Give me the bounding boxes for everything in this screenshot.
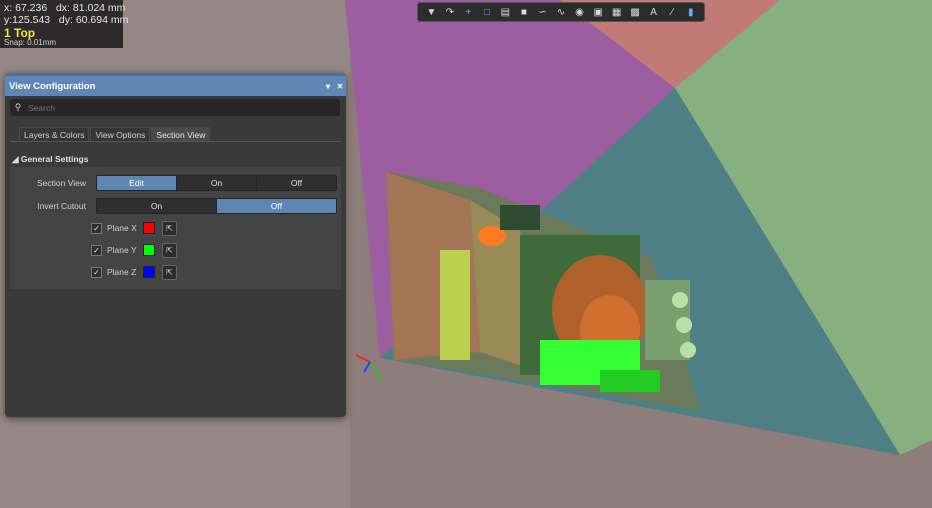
plane-y-label: Plane Y [107, 245, 137, 255]
panel-tabs: Layers & Colors View Options Section Vie… [19, 127, 211, 142]
snap-value: Snap: 0.01mm [4, 38, 57, 47]
graph-icon[interactable]: ▩ [628, 5, 643, 20]
plane-x-color-swatch[interactable] [143, 222, 155, 234]
tab-layers-colors[interactable]: Layers & Colors [19, 127, 90, 142]
tab-divider [10, 141, 341, 142]
dy-coordinate: dy: 60.694 mm [58, 14, 129, 26]
select-rect-icon[interactable]: □ [479, 5, 494, 20]
plane-z-color-swatch[interactable] [143, 266, 155, 278]
fill-icon[interactable]: ▣ [591, 5, 606, 20]
tab-view-options[interactable]: View Options [90, 127, 151, 142]
collapse-arrow-icon: ◢ [12, 154, 19, 164]
search-input[interactable] [26, 101, 340, 114]
section-view-on[interactable]: On [177, 176, 257, 190]
diff-pair-icon[interactable]: ∿ [553, 5, 568, 20]
coordinate-readout: x: 67.236 dx: 81.024 mm y:125.543 dy: 60… [0, 0, 128, 48]
invert-cutout-label: Invert Cutout [37, 201, 86, 211]
y-coordinate: y:125.543 [4, 14, 51, 26]
section-view-toggle: Edit On Off [96, 175, 337, 191]
plane-z-row: ✓ Plane Z ⇱ [91, 264, 177, 280]
dx-coordinate: dx: 81.024 mm [55, 2, 126, 14]
plane-x-label: Plane X [107, 223, 137, 233]
invert-cutout-on[interactable]: On [97, 199, 217, 213]
panel-header[interactable]: View Configuration ▾ ✕ [5, 73, 346, 96]
text-icon[interactable]: A [646, 5, 661, 20]
general-settings-header[interactable]: ◢ General Settings [12, 154, 88, 165]
pin-icon[interactable]: ◉ [572, 5, 587, 20]
invert-cutout-toggle: On Off [96, 198, 337, 214]
section-view-label: Section View [37, 178, 86, 188]
plane-y-color-swatch[interactable] [143, 244, 155, 256]
line-icon[interactable]: ∕ [665, 5, 680, 20]
wire-icon[interactable]: ∽ [535, 5, 550, 20]
3d-shield-icon[interactable]: ▮ [683, 5, 698, 20]
plane-x-row: ✓ Plane X ⇱ [91, 220, 177, 236]
section-view-edit[interactable]: Edit [97, 176, 177, 190]
close-icon[interactable]: ✕ [334, 82, 346, 91]
invert-cutout-off[interactable]: Off [217, 199, 336, 213]
search-icon: ⚲ [14, 102, 22, 112]
search-box[interactable]: ⚲ [10, 99, 340, 116]
plane-y-checkbox[interactable]: ✓ [91, 244, 102, 256]
plane-z-label: Plane Z [107, 267, 137, 277]
panel-title: View Configuration [9, 80, 96, 92]
tab-section-view[interactable]: Section View [151, 127, 211, 142]
chart-icon[interactable]: ▤ [498, 5, 513, 20]
section-view-off[interactable]: Off [257, 176, 336, 190]
general-settings-body: Section View Edit On Off Invert Cutout O… [10, 167, 341, 289]
view-configuration-panel: View Configuration ▾ ✕ ⚲ Layers & Colors… [5, 73, 346, 417]
plane-y-row: ✓ Plane Y ⇱ [91, 242, 177, 258]
x-coordinate: x: 67.236 [4, 2, 48, 14]
component-icon[interactable]: ■ [516, 5, 531, 20]
region-icon[interactable]: ▦ [609, 5, 624, 20]
plus-icon[interactable]: + [461, 5, 476, 20]
panel-menu-icon[interactable]: ▾ [322, 82, 334, 91]
plane-x-align-icon[interactable]: ⇱ [162, 220, 177, 236]
active-bar-toolbar: ▼ ↷ + □ ▤ ■ ∽ ∿ ◉ ▣ ▦ ▩ A ∕ ▮ [417, 2, 705, 22]
plane-z-align-icon[interactable]: ⇱ [162, 264, 177, 280]
plane-z-checkbox[interactable]: ✓ [91, 266, 102, 278]
route-icon[interactable]: ↷ [442, 5, 457, 20]
filter-icon[interactable]: ▼ [424, 5, 439, 20]
plane-x-checkbox[interactable]: ✓ [91, 222, 102, 234]
plane-y-align-icon[interactable]: ⇱ [162, 242, 177, 258]
